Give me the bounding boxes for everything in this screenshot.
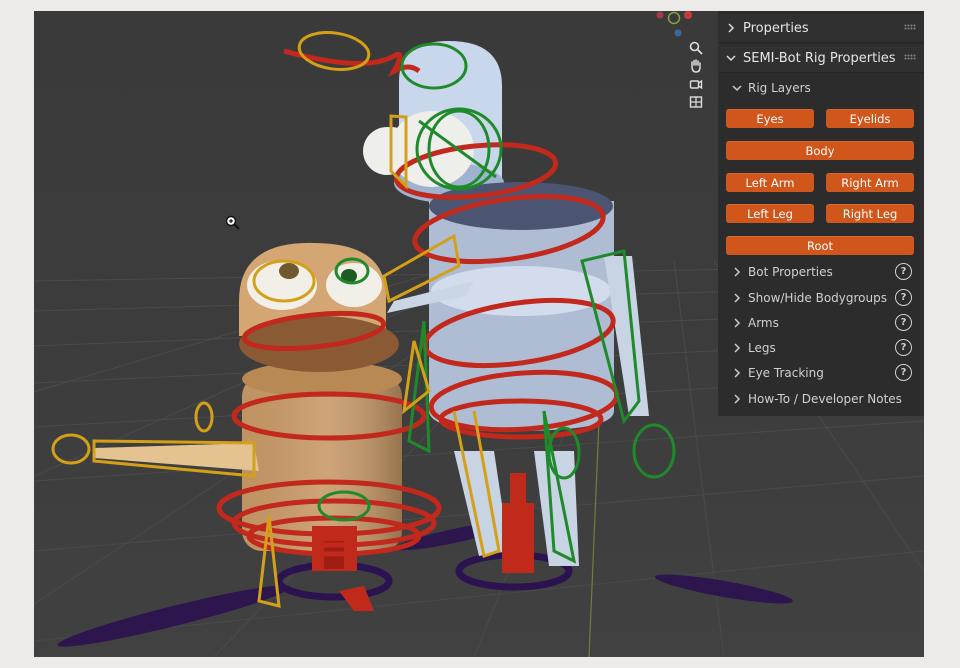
chevron-right-icon: [734, 394, 741, 404]
rig-layers-title: Rig Layers: [748, 81, 811, 95]
subpanel-eye-tracking[interactable]: Eye Tracking ?: [718, 361, 924, 385]
rig-panel-title: SEMI-Bot Rig Properties: [743, 50, 896, 66]
body-layer-button[interactable]: Body: [726, 141, 914, 160]
chevron-down-icon: [732, 85, 742, 92]
chevron-right-icon: [734, 267, 741, 277]
root-layer-button[interactable]: Root: [726, 236, 914, 255]
pan-hand-icon[interactable]: [686, 57, 706, 75]
drag-grip-icon[interactable]: [904, 54, 916, 60]
chevron-right-icon: [734, 343, 741, 353]
chevron-right-icon: [734, 293, 741, 303]
ground-shadows: [57, 521, 793, 647]
right-leg-layer-button[interactable]: Right Leg: [826, 204, 914, 223]
left-leg-layer-button[interactable]: Left Leg: [726, 204, 814, 223]
eyes-layer-button[interactable]: Eyes: [726, 109, 814, 128]
eyelids-layer-button[interactable]: Eyelids: [826, 109, 914, 128]
subpanel-label: Show/Hide Bodygroups: [748, 291, 887, 305]
zoom-icon[interactable]: [686, 39, 706, 57]
subpanel-label: Eye Tracking: [748, 366, 824, 380]
subpanel-label: Arms: [748, 316, 779, 330]
chevron-right-icon: [734, 318, 741, 328]
axis-gizmo-icon[interactable]: [650, 11, 710, 41]
chevron-down-icon: [726, 55, 736, 62]
help-icon[interactable]: ?: [895, 289, 912, 306]
subpanel-how-to-developer-notes[interactable]: How-To / Developer Notes: [718, 387, 924, 411]
sidebar-panel: Properties SEMI-Bot Rig Properties Rig L…: [718, 11, 924, 416]
subpanel-arms[interactable]: Arms ?: [718, 311, 924, 335]
right-arm-layer-button[interactable]: Right Arm: [826, 173, 914, 192]
chevron-right-icon: [734, 368, 741, 378]
left-arm-layer-button[interactable]: Left Arm: [726, 173, 814, 192]
subpanel-label: Legs: [748, 341, 776, 355]
drag-grip-icon[interactable]: [904, 24, 916, 30]
chevron-right-icon: [728, 23, 735, 33]
properties-title: Properties: [743, 20, 809, 36]
subpanel-legs[interactable]: Legs ?: [718, 336, 924, 360]
subpanel-label: How-To / Developer Notes: [748, 392, 902, 406]
help-icon[interactable]: ?: [895, 339, 912, 356]
y-axis-line: [588, 420, 600, 657]
help-icon[interactable]: ?: [895, 364, 912, 381]
orthographic-grid-icon[interactable]: [686, 93, 706, 111]
help-icon[interactable]: ?: [895, 263, 912, 280]
properties-header[interactable]: Properties: [718, 14, 924, 43]
blender-window: Properties SEMI-Bot Rig Properties Rig L…: [34, 11, 924, 657]
rig-layers-subpanel[interactable]: Rig Layers: [718, 76, 924, 100]
zoom-cursor-icon: [225, 215, 240, 230]
rig-properties-header[interactable]: SEMI-Bot Rig Properties: [718, 44, 924, 73]
subpanel-show-hide-bodygroups[interactable]: Show/Hide Bodygroups ?: [718, 286, 924, 310]
subpanel-label: Bot Properties: [748, 265, 833, 279]
subpanel-bot-properties[interactable]: Bot Properties ?: [718, 260, 924, 284]
help-icon[interactable]: ?: [895, 314, 912, 331]
camera-view-icon[interactable]: [686, 75, 706, 93]
